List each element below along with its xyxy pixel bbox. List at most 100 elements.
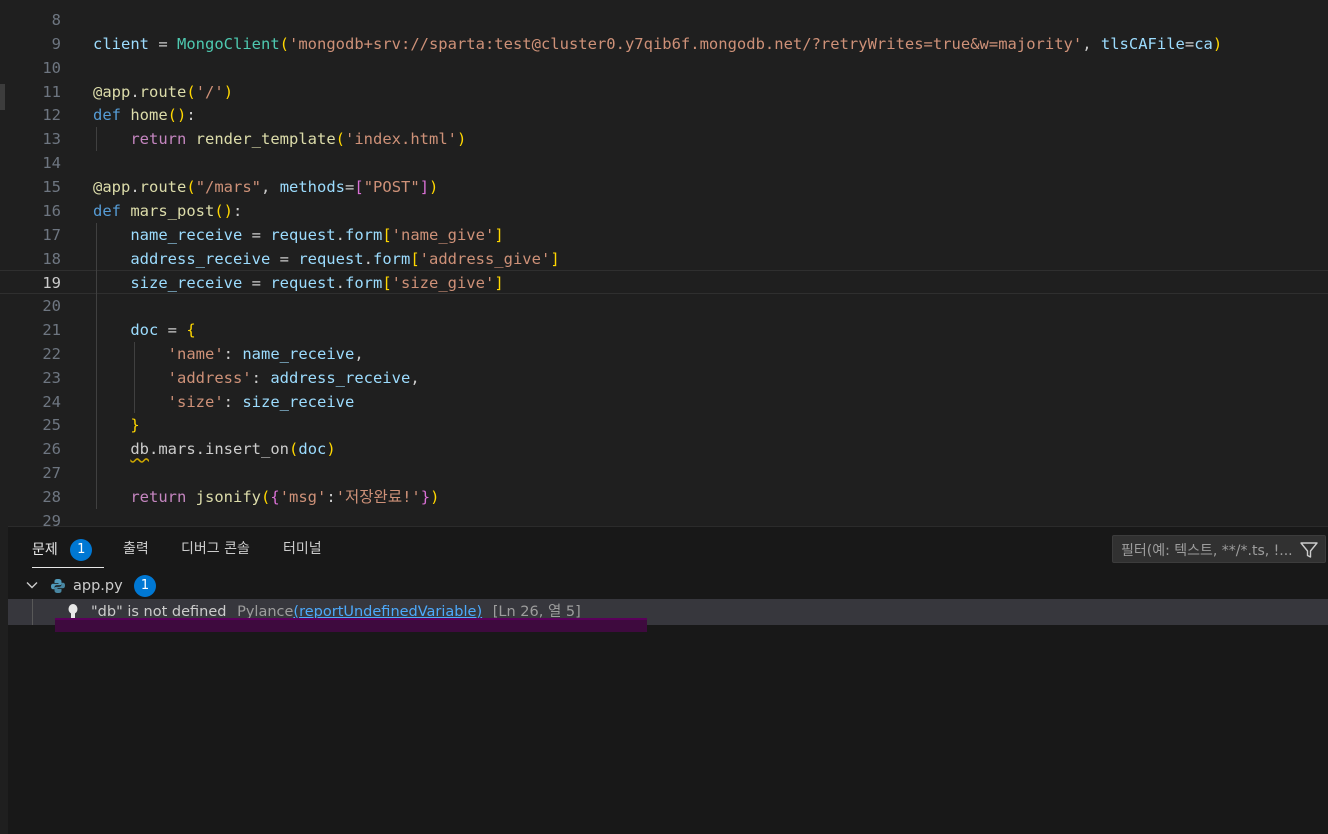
code-text: } xyxy=(93,413,139,437)
line-number: 9 xyxy=(51,34,61,53)
problem-file-row[interactable]: app.py 1 xyxy=(8,573,1328,599)
code-token: ) xyxy=(456,130,467,149)
code-token: route xyxy=(139,177,187,196)
problems-panel: 문제 1 출력 디버그 콘솔 터미널 필터(예: 텍스트, **/*.ts, !… xyxy=(8,526,1328,834)
code-token: 'name' xyxy=(167,344,224,363)
code-token: : xyxy=(251,368,271,387)
code-token: mars_post xyxy=(130,201,215,220)
code-text: address_receive = request.form['address_… xyxy=(93,247,560,271)
indent-guide xyxy=(134,341,135,414)
code-token: methods xyxy=(279,177,346,196)
code-token: MongoClient xyxy=(177,34,280,53)
code-token: 'mongodb+srv://sparta:test@cluster0.y7qi… xyxy=(289,34,1083,53)
code-token: client xyxy=(93,34,149,53)
code-line[interactable]: 18 address_receive = request.form['addre… xyxy=(0,247,1328,271)
code-text: 'size': size_receive xyxy=(93,390,355,414)
code-line[interactable]: 11 @app.route('/') xyxy=(0,80,1328,104)
code-token: . xyxy=(363,249,373,268)
code-token: , xyxy=(261,177,280,196)
code-line[interactable]: 29 xyxy=(0,509,1328,526)
code-token: form xyxy=(372,249,411,268)
code-text: return jsonify({'msg':'저장완료!'}) xyxy=(93,485,439,509)
code-token: ) xyxy=(429,177,439,196)
code-text: def mars_post(): xyxy=(93,199,242,223)
code-line[interactable]: 13 return render_template('index.html') xyxy=(0,127,1328,151)
line-number: 26 xyxy=(42,440,61,459)
code-text: name_receive = request.form['name_give'] xyxy=(93,223,504,247)
line-number: 20 xyxy=(42,297,61,316)
code-token: return xyxy=(130,488,187,506)
code-token: doc xyxy=(130,321,159,340)
code-token: return xyxy=(130,130,187,149)
code-token: = xyxy=(1184,34,1195,53)
line-number: 17 xyxy=(42,225,61,244)
line-number: 23 xyxy=(42,368,61,387)
code-token: : xyxy=(223,392,243,411)
code-token: jsonify xyxy=(195,488,261,506)
code-token: address_receive xyxy=(270,368,411,387)
tab-problems[interactable]: 문제 1 xyxy=(32,539,93,561)
code-line[interactable]: 10 xyxy=(0,56,1328,80)
code-token: = xyxy=(270,249,299,268)
tab-debug-console[interactable]: 디버그 콘솔 xyxy=(181,539,250,559)
line-number: 14 xyxy=(42,154,61,173)
code-token: 'address_give' xyxy=(419,249,551,268)
code-line[interactable]: 9 client = MongoClient('mongodb+srv://spa… xyxy=(0,32,1328,56)
file-problem-count-badge: 1 xyxy=(134,575,156,597)
code-token: @app xyxy=(93,177,131,196)
code-line[interactable]: 15 @app.route("/mars", methods=["POST"]) xyxy=(0,175,1328,199)
code-token: : xyxy=(223,344,243,363)
code-line[interactable]: 19 size_receive = request.form['size_giv… xyxy=(0,270,1328,295)
code-token: : xyxy=(326,488,336,506)
tab-terminal[interactable]: 터미널 xyxy=(283,539,322,559)
code-token: ( xyxy=(261,488,271,506)
chevron-down-icon[interactable] xyxy=(24,577,40,593)
code-line[interactable]: 12 def home(): xyxy=(0,103,1328,127)
code-line[interactable]: 14 xyxy=(0,151,1328,175)
code-token: def xyxy=(93,106,121,125)
filter-input[interactable]: 필터(예: 텍스트, **/*.ts, !... xyxy=(1112,535,1326,563)
code-token: home xyxy=(130,106,168,125)
code-token: 'size_give' xyxy=(391,274,495,293)
code-token: ( xyxy=(335,130,345,149)
code-line[interactable]: 23 'address': address_receive, xyxy=(0,366,1328,390)
highlight-overlay xyxy=(55,618,647,632)
tab-output[interactable]: 출력 xyxy=(123,539,149,559)
problems-count-badge: 1 xyxy=(70,539,93,561)
code-token: "/mars" xyxy=(195,177,262,196)
code-token: , xyxy=(354,344,364,363)
code-token: ] xyxy=(494,225,504,244)
code-line[interactable]: 20 xyxy=(0,294,1328,318)
code-line[interactable]: 28 return jsonify({'msg':'저장완료!'}) xyxy=(0,485,1328,509)
code-token: 'address' xyxy=(167,368,252,387)
code-line[interactable]: 22 'name': name_receive, xyxy=(0,342,1328,366)
python-file-icon xyxy=(51,579,65,593)
line-number: 16 xyxy=(42,201,61,220)
code-line[interactable]: 26 db.mars.insert_on(doc) xyxy=(0,437,1328,461)
line-number: 12 xyxy=(42,106,61,125)
code-line[interactable]: 25 } xyxy=(0,413,1328,437)
code-editor[interactable]: 8 9 client = MongoClient ( 'mongodb+srv://sp… xyxy=(0,0,1328,526)
code-token: [ xyxy=(410,249,420,268)
code-text: return render_template('index.html') xyxy=(93,127,466,151)
code-token: = xyxy=(158,321,187,340)
filter-icon[interactable] xyxy=(1299,540,1319,560)
code-token: ) xyxy=(223,82,234,101)
code-token: "POST" xyxy=(363,177,420,196)
code-token: { xyxy=(186,321,196,340)
code-line[interactable]: 24 'size': size_receive xyxy=(0,390,1328,414)
code-line[interactable]: 17 name_receive = request.form['name_giv… xyxy=(0,223,1328,247)
code-token: [ xyxy=(382,225,392,244)
code-token: '저장완료!' xyxy=(335,488,421,506)
code-line[interactable]: 16 def mars_post(): xyxy=(0,199,1328,223)
code-line[interactable]: 21 doc = { xyxy=(0,318,1328,342)
code-line[interactable]: 8 xyxy=(0,8,1328,32)
filter-placeholder: 필터(예: 텍스트, **/*.ts, !... xyxy=(1121,543,1293,559)
code-token: ] xyxy=(550,249,560,268)
code-line[interactable]: 27 xyxy=(0,461,1328,485)
